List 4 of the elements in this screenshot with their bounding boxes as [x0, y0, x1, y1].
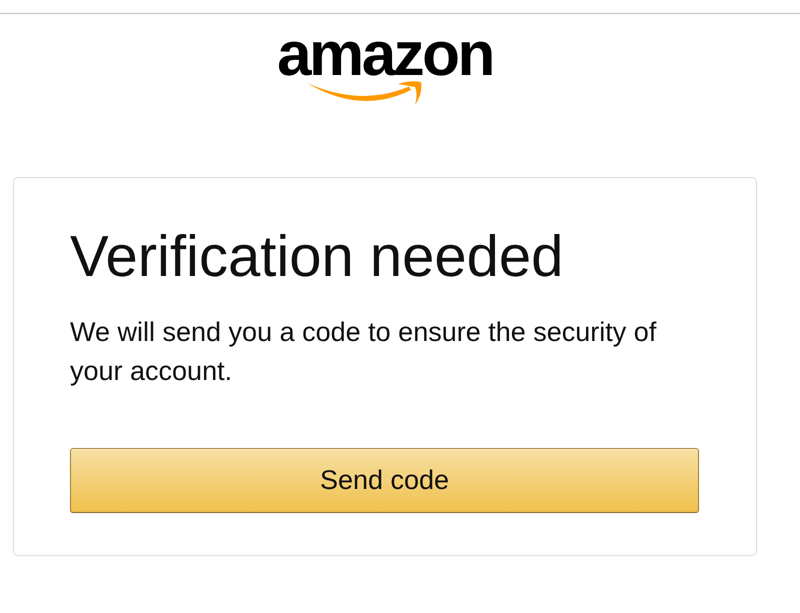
- logo-text: amazon: [277, 29, 493, 81]
- send-code-button[interactable]: Send code: [70, 448, 699, 513]
- page-heading: Verification needed: [70, 223, 564, 291]
- info-message: We will send you a code to ensure the security of your account.: [70, 316, 658, 388]
